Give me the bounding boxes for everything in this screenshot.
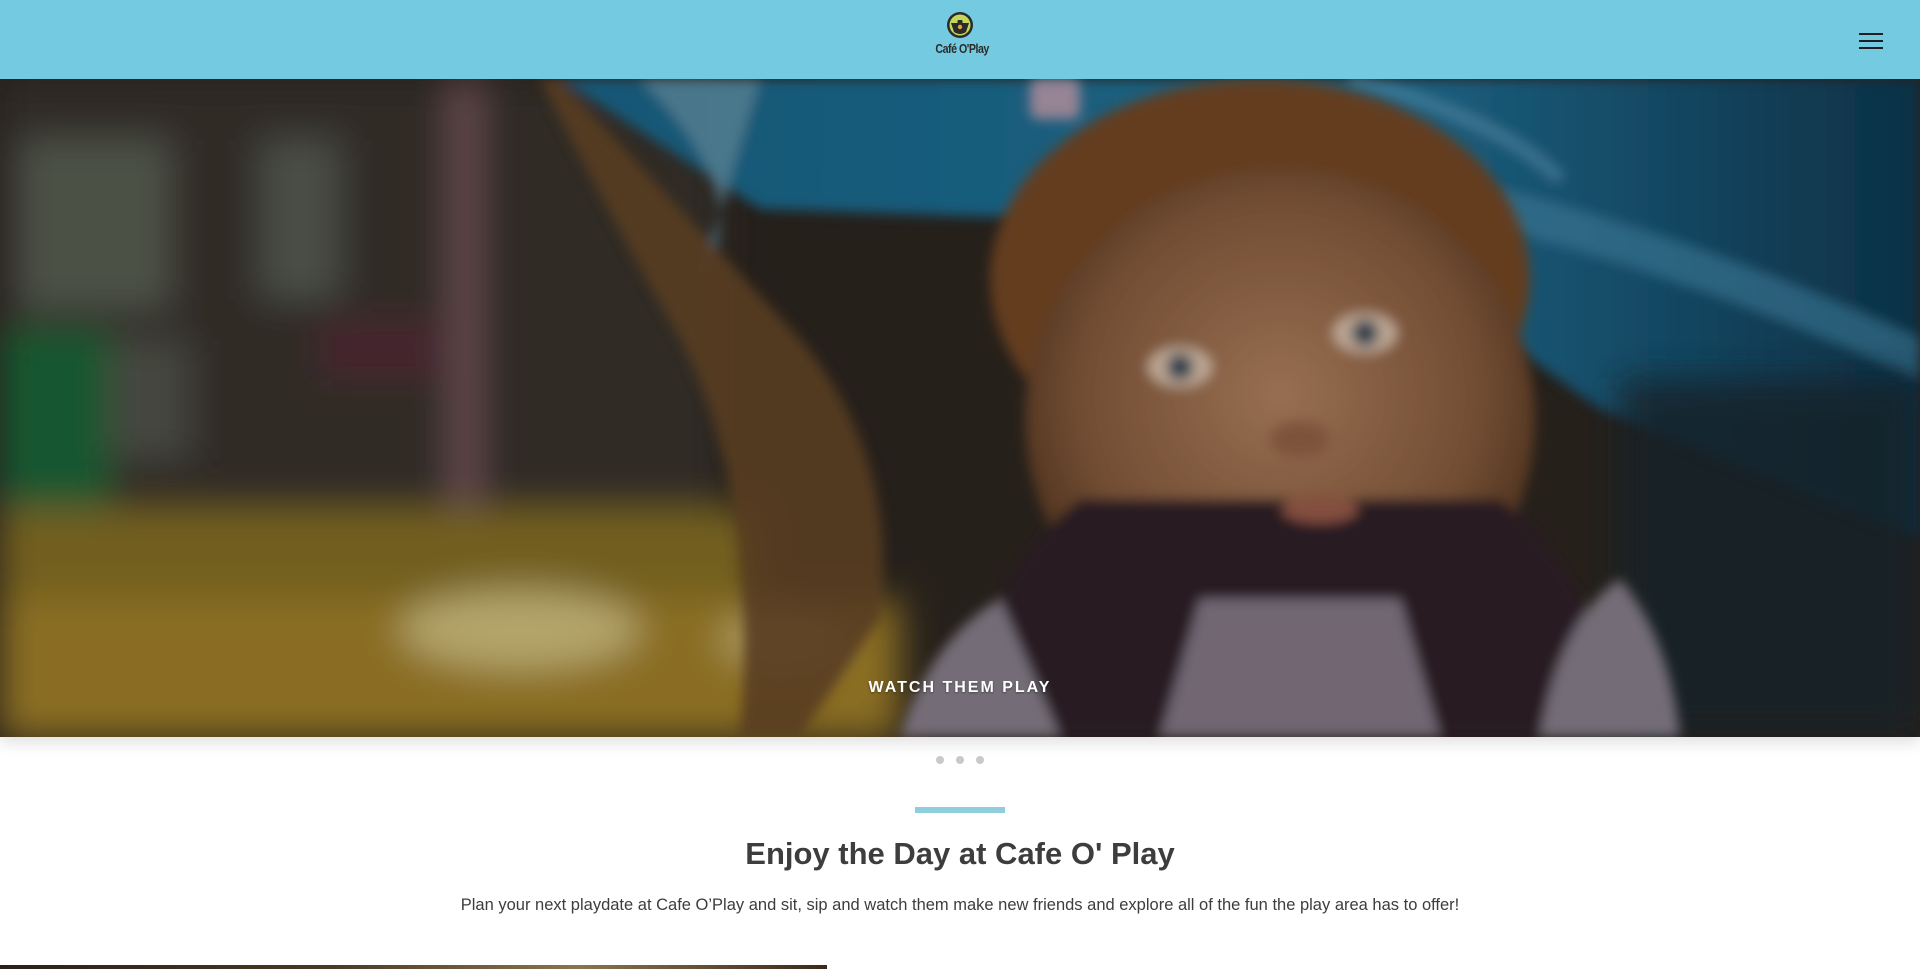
hero-slider: WATCH THEM PLAY [0, 79, 1920, 737]
hero-caption: WATCH THEM PLAY [868, 679, 1052, 696]
logo-link[interactable]: Café O'Play [930, 10, 990, 66]
hamburger-menu-icon[interactable] [1859, 33, 1885, 51]
slider-pagination [0, 756, 1920, 764]
next-section-image [0, 965, 827, 969]
slider-dot-1[interactable] [936, 756, 944, 764]
coffee-cup-logo-icon [947, 12, 973, 38]
logo-text: Café O'Play [935, 41, 989, 56]
section-description: Plan your next playdate at Cafe O’Play a… [460, 896, 1460, 914]
hero-photo [0, 79, 1920, 737]
slider-dot-3[interactable] [976, 756, 984, 764]
slider-dot-2[interactable] [956, 756, 964, 764]
section-title: Enjoy the Day at Cafe O' Play [745, 836, 1175, 871]
accent-divider [915, 807, 1005, 813]
site-header: Café O'Play [0, 0, 1920, 79]
